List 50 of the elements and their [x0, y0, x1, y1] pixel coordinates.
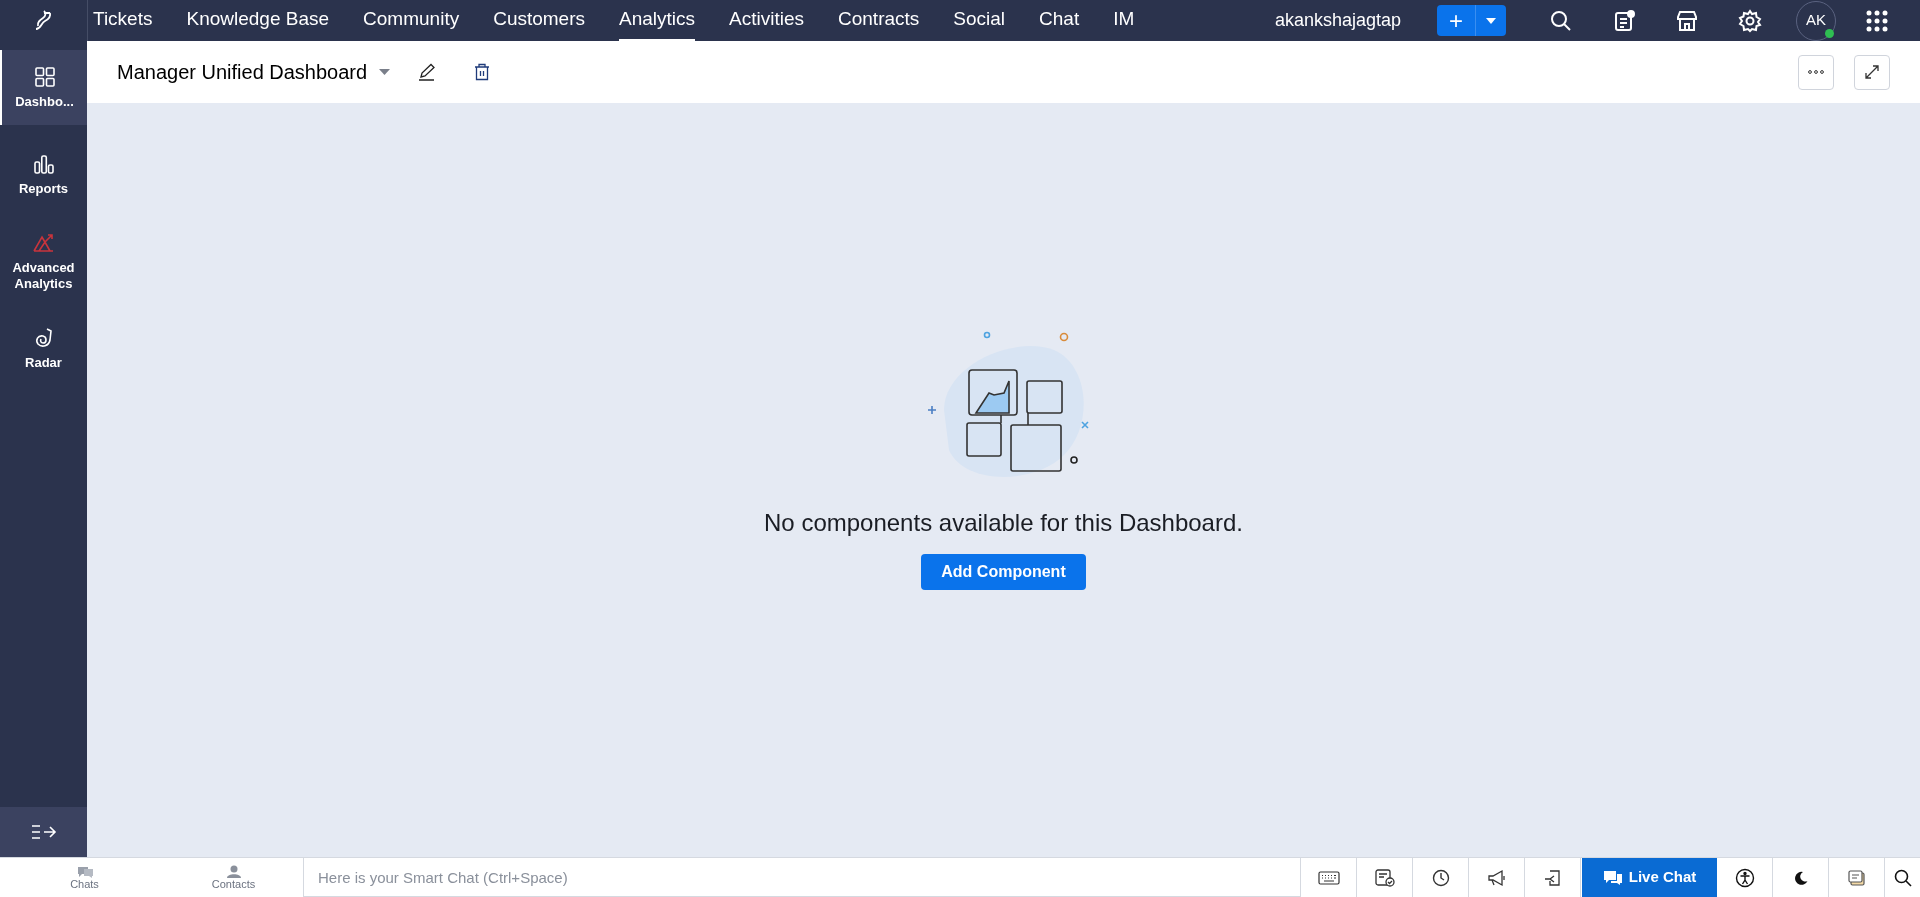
sidebar-item[interactable]: Advanced Analytics: [0, 224, 87, 299]
nav-tab[interactable]: Customers: [493, 0, 585, 41]
mountain-chart-icon: [32, 231, 55, 254]
nav-tab[interactable]: Activities: [729, 0, 804, 41]
bottom-tab[interactable]: Chats: [15, 858, 154, 897]
search-icon[interactable]: [1548, 8, 1573, 33]
expand-icon: [1865, 65, 1879, 79]
store-icon[interactable]: [1674, 8, 1699, 33]
more-icon: [1808, 70, 1824, 74]
apps-grid-icon[interactable]: [1866, 9, 1888, 32]
task-check-icon[interactable]: [1374, 868, 1395, 887]
caret-icon[interactable]: [379, 69, 391, 75]
empty-state-message: No components available for this Dashboard.: [764, 508, 1243, 538]
search-icon[interactable]: [1894, 868, 1912, 887]
nav-tab[interactable]: Social: [953, 0, 1006, 41]
nav-tab[interactable]: Contracts: [838, 0, 920, 41]
username[interactable]: akankshajagtap: [1274, 7, 1401, 34]
reply-icon[interactable]: [1543, 868, 1562, 887]
caret-icon: [1486, 17, 1496, 24]
clock-icon[interactable]: [1431, 868, 1450, 887]
live-chat-button[interactable]: Live Chat: [1582, 858, 1717, 897]
edit-icon[interactable]: [418, 63, 437, 81]
moon-icon[interactable]: [1792, 869, 1809, 886]
fullscreen-button[interactable]: [1854, 54, 1890, 90]
keyboard-icon[interactable]: [1317, 870, 1340, 885]
nav-tab[interactable]: Community: [363, 0, 460, 41]
person-icon: [226, 865, 241, 878]
grid-icon: [33, 65, 56, 88]
sidebar-item[interactable]: Radar: [0, 311, 87, 386]
accessibility-icon[interactable]: [1734, 867, 1755, 888]
cards-icon[interactable]: [1847, 868, 1866, 887]
trash-icon[interactable]: [474, 63, 491, 81]
megaphone-icon[interactable]: [1486, 868, 1507, 887]
smart-chat-input[interactable]: Here is your Smart Chat (Ctrl+Space): [303, 857, 1301, 897]
nav-tab[interactable]: Chat: [1039, 0, 1080, 41]
settings-icon[interactable]: [1737, 8, 1762, 33]
more-button[interactable]: [1798, 54, 1834, 90]
nav-tab[interactable]: IM: [1113, 0, 1135, 41]
bottom-tab[interactable]: Contacts: [164, 858, 303, 897]
bar-chart-icon: [32, 152, 55, 175]
dashboard-title[interactable]: Manager Unified Dashboard: [117, 57, 368, 87]
chat-bubbles-icon: [1602, 869, 1623, 886]
nav-tab[interactable]: Knowledge Base: [186, 0, 330, 41]
sidebar-item[interactable]: Reports: [0, 137, 87, 212]
nav-tab[interactable]: Tickets: [93, 0, 153, 41]
chat-bubble-icon: [75, 865, 94, 878]
expand-arrow-icon: [30, 824, 57, 840]
collapse-button[interactable]: [0, 807, 87, 857]
add-component-button[interactable]: Add Component: [921, 554, 1086, 590]
sidebar-item[interactable]: Dashbo...: [0, 50, 87, 125]
